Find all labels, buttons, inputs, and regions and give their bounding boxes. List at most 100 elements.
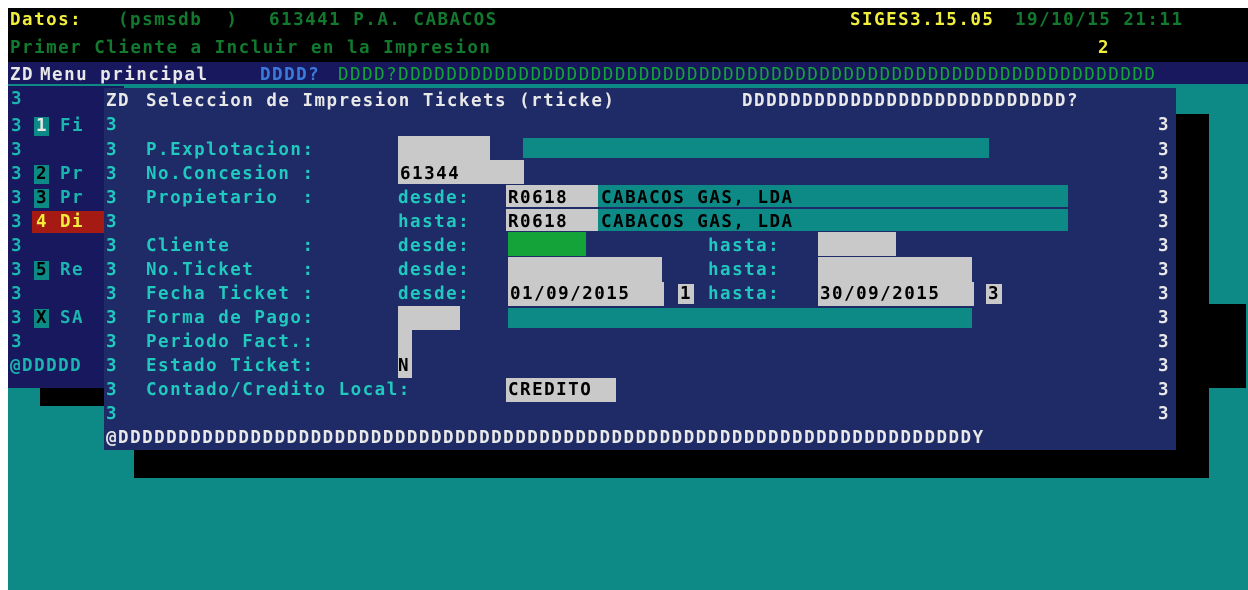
menu-border-char: 3 xyxy=(11,236,24,256)
menu-item-5-key[interactable]: 5 xyxy=(36,259,48,281)
status-version: SIGES3.15.05 xyxy=(850,10,995,30)
dialog-left-border: 3 xyxy=(106,284,119,304)
ticket-desde-input[interactable] xyxy=(508,257,662,283)
dialog-right-border: 3 xyxy=(1158,332,1171,352)
fecha-hasta-flag: 3 xyxy=(988,284,1001,304)
label-concesion: No.Concesion : xyxy=(146,164,315,184)
label-fecha-hasta: hasta: xyxy=(708,284,781,304)
menu-item-x-label[interactable]: SA xyxy=(60,307,84,329)
menu-item-5-label[interactable]: Re xyxy=(60,259,84,281)
prop-hasta-code: R0618 xyxy=(508,212,569,232)
label-explotacion: P.Explotacion: xyxy=(146,140,315,160)
status-datetime: 19/10/15 21:11 xyxy=(1015,10,1184,30)
dialog-right-border: 3 xyxy=(1158,212,1171,232)
dialog-left-border: 3 xyxy=(106,332,119,352)
menu-border-shadow xyxy=(1168,304,1246,388)
menu-border-char: 3 xyxy=(11,260,24,280)
menu-border-char: 3 xyxy=(11,164,24,184)
forma-pago-input[interactable] xyxy=(398,306,460,330)
label-prop-desde: desde: xyxy=(398,188,471,208)
cliente-hasta-input[interactable] xyxy=(818,232,896,256)
menu-border-char: 3 xyxy=(11,212,24,232)
dialog-left-border: 3 xyxy=(106,115,119,135)
dialog-right-border: 3 xyxy=(1158,236,1171,256)
dialog-right-border: 3 xyxy=(1158,188,1171,208)
label-contado: Contado/Credito Local: xyxy=(146,380,411,400)
label-cliente-desde: desde: xyxy=(398,236,471,256)
menu-item-1-key[interactable]: 1 xyxy=(36,115,48,137)
prompt-text: Primer Cliente a Incluir en la Impresion xyxy=(10,38,492,58)
dialog-left-border: 3 xyxy=(106,212,119,232)
dialog-right-border: 3 xyxy=(1158,308,1171,328)
menu-border-left: DDDD? xyxy=(260,65,321,85)
label-propietario: Propietario : xyxy=(146,188,315,208)
fecha-desde-value: 01/09/2015 xyxy=(510,284,631,304)
menu-border-char: 3 xyxy=(11,140,24,160)
label-ticket-desde: desde: xyxy=(398,260,471,280)
cliente-desde-input[interactable] xyxy=(508,232,586,256)
dialog-right-border: 3 xyxy=(1158,404,1171,424)
label-periodo: Periodo Fact.: xyxy=(146,332,315,352)
forma-pago-name-field xyxy=(508,308,972,328)
menu-bottom-border: @DDDDD xyxy=(10,356,83,376)
label-ticket: No.Ticket : xyxy=(146,260,315,280)
label-fecha: Fecha Ticket : xyxy=(146,284,315,304)
menu-prefix: ZD xyxy=(10,65,35,85)
label-ticket-hasta: hasta: xyxy=(708,260,781,280)
menu-border-char: 3 xyxy=(11,332,24,352)
dialog-left-border: 3 xyxy=(106,404,119,424)
menu-border-char: 3 xyxy=(11,188,24,208)
label-forma-pago: Forma de Pago: xyxy=(146,308,315,328)
prop-desde-name: CABACOS GAS, LDA xyxy=(601,188,794,208)
label-cliente: Cliente : xyxy=(146,236,315,256)
status-label: Datos: xyxy=(10,10,83,30)
prompt-count: 2 xyxy=(1098,38,1111,58)
menu-item-1-label[interactable]: Fi xyxy=(60,115,84,137)
explotacion-name-field xyxy=(523,138,989,158)
status-db: (psmsdb ) xyxy=(118,10,239,30)
estado-value: N xyxy=(398,356,411,376)
contado-value: CREDITO xyxy=(508,380,593,400)
dialog-title-border: DDDDDDDDDDDDDDDDDDDDDDDDDDD? xyxy=(742,91,1080,111)
fecha-hasta-value: 30/09/2015 xyxy=(820,284,941,304)
periodo-input[interactable] xyxy=(398,330,412,354)
label-estado: Estado Ticket: xyxy=(146,356,315,376)
dialog-right-border: 3 xyxy=(1158,380,1171,400)
menu-item-4-label[interactable]: Di xyxy=(60,211,84,233)
menu-border-char: 3 xyxy=(11,89,24,109)
status-code: 613441 P.A. CABACOS xyxy=(269,10,498,30)
dialog-left-border: 3 xyxy=(106,164,119,184)
menu-item-3-label[interactable]: Pr xyxy=(60,187,84,209)
menu-border: DDDD?DDDDDDDDDDDDDDDDDDDDDDDDDDDDDDDDDDD… xyxy=(338,65,1157,85)
dialog-shadow-bottom xyxy=(134,448,1209,478)
menu-item-2-key[interactable]: 2 xyxy=(36,163,48,185)
menu-item-2-label[interactable]: Pr xyxy=(60,163,84,185)
menu-border-char: 3 xyxy=(11,116,24,136)
menu-item-x-key[interactable]: X xyxy=(36,307,48,329)
dialog-right-border: 3 xyxy=(1158,260,1171,280)
dialog-outer-edge xyxy=(1209,104,1248,304)
dialog-right-border: 3 xyxy=(1158,164,1171,184)
dialog-left-border: 3 xyxy=(106,260,119,280)
label-prop-hasta: hasta: xyxy=(398,212,471,232)
menu-item-4-key[interactable]: 4 xyxy=(36,211,48,233)
dialog-title: Seleccion de Impresion Tickets (rticke) xyxy=(146,91,616,111)
label-cliente-hasta: hasta: xyxy=(708,236,781,256)
dialog-title-prefix: ZD xyxy=(106,91,131,111)
dialog-left-border: 3 xyxy=(106,356,119,376)
dialog-right-border: 3 xyxy=(1158,284,1171,304)
ticket-hasta-input[interactable] xyxy=(818,257,972,283)
menu-title[interactable]: Menu principal xyxy=(40,64,209,86)
dialog-right-border: 3 xyxy=(1158,140,1171,160)
menu-item-3-key[interactable]: 3 xyxy=(36,187,48,209)
dialog-left-border: 3 xyxy=(106,236,119,256)
dialog-left-border: 3 xyxy=(106,140,119,160)
dialog-left-border: 3 xyxy=(106,308,119,328)
prop-hasta-name: CABACOS GAS, LDA xyxy=(601,212,794,232)
dialog-right-border: 3 xyxy=(1158,115,1171,135)
label-fecha-desde: desde: xyxy=(398,284,471,304)
fecha-desde-flag: 1 xyxy=(680,284,693,304)
concesion-value: 61344 xyxy=(400,164,461,184)
explotacion-code-input[interactable] xyxy=(398,136,490,160)
prop-desde-code: R0618 xyxy=(508,188,569,208)
